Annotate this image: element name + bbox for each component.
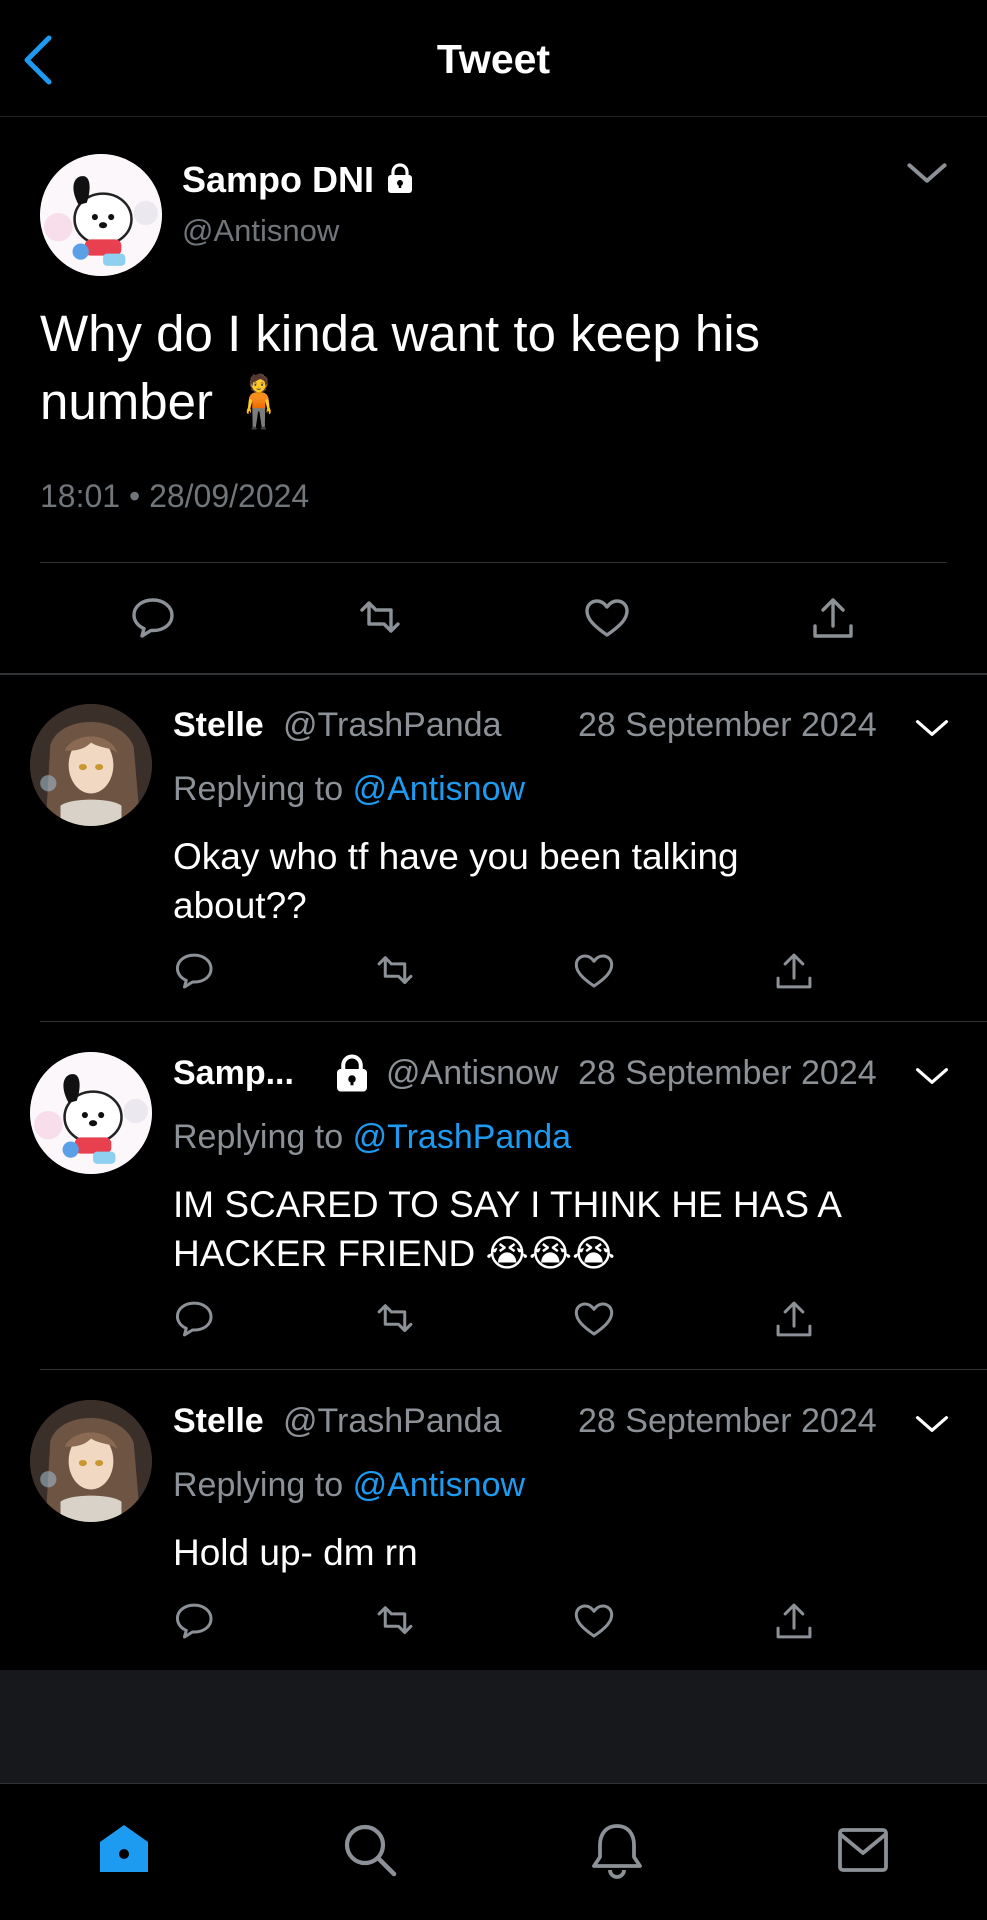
- reply-text: Okay who tf have you been talking about?…: [173, 836, 739, 926]
- mention-link[interactable]: @Antisnow: [353, 770, 525, 808]
- heart-icon[interactable]: [571, 1296, 617, 1342]
- divider: [0, 673, 987, 675]
- reply-author-name[interactable]: Stelle: [173, 706, 264, 745]
- reply-author-name[interactable]: Stelle: [173, 1402, 264, 1441]
- replying-to: Replying to @Antisnow: [173, 1466, 525, 1505]
- divider: [40, 1369, 987, 1370]
- avatar[interactable]: [30, 1400, 152, 1522]
- reply-icon[interactable]: [173, 948, 219, 994]
- top-bar: Tweet: [0, 0, 987, 117]
- retweet-icon[interactable]: [372, 1296, 418, 1342]
- reply-author-handle[interactable]: @Antisnow: [386, 1054, 558, 1093]
- author-handle[interactable]: @Antisnow: [182, 213, 339, 249]
- replying-to-label: Replying to: [173, 770, 344, 808]
- chevron-down-icon[interactable]: [905, 155, 949, 191]
- heart-icon[interactable]: [581, 592, 633, 644]
- page-title: Tweet: [436, 36, 551, 82]
- avatar[interactable]: [30, 704, 152, 826]
- replying-to-label: Replying to: [173, 1118, 344, 1156]
- reply-text: IM SCARED TO SAY I THINK HE HAS A HACKER…: [173, 1184, 840, 1274]
- share-icon[interactable]: [771, 1598, 817, 1644]
- mail-icon[interactable]: [833, 1820, 893, 1880]
- retweet-icon[interactable]: [372, 948, 418, 994]
- reply-author-name[interactable]: Samp...: [173, 1054, 294, 1093]
- heart-icon[interactable]: [571, 948, 617, 994]
- reply-date: 28 September 2024: [578, 1054, 877, 1092]
- reply-text: Hold up- dm rn: [173, 1532, 418, 1573]
- chevron-down-icon[interactable]: [914, 1062, 950, 1090]
- retweet-icon[interactable]: [354, 592, 406, 644]
- avatar[interactable]: [40, 154, 162, 276]
- lock-icon: [335, 1054, 369, 1094]
- divider: [40, 562, 947, 563]
- share-icon[interactable]: [771, 1296, 817, 1342]
- lock-icon: [386, 163, 414, 195]
- author-name[interactable]: Sampo DNI: [182, 159, 416, 201]
- tweet-text: Why do I kinda want to keep his number 🧍: [40, 305, 761, 430]
- divider: [40, 1021, 987, 1022]
- reply-author-handle[interactable]: @TrashPanda: [283, 1402, 501, 1441]
- tab-bar: [0, 1783, 987, 1920]
- author-name-text: Sampo DNI: [182, 159, 375, 200]
- chevron-down-icon[interactable]: [914, 1410, 950, 1438]
- reply-icon[interactable]: [173, 1598, 219, 1644]
- heart-icon[interactable]: [571, 1598, 617, 1644]
- reply-date: 28 September 2024: [578, 706, 877, 744]
- avatar[interactable]: [30, 1052, 152, 1174]
- replying-to-label: Replying to: [173, 1466, 344, 1504]
- reply-author-handle[interactable]: @TrashPanda: [283, 706, 501, 745]
- bell-icon[interactable]: [587, 1820, 647, 1880]
- tweet-timestamp: 18:01 • 28/09/2024: [40, 478, 310, 514]
- replying-to: Replying to @TrashPanda: [173, 1118, 571, 1157]
- reply-date: 28 September 2024: [578, 1402, 877, 1440]
- replying-to: Replying to @Antisnow: [173, 770, 525, 809]
- retweet-icon[interactable]: [372, 1598, 418, 1644]
- home-icon[interactable]: [94, 1820, 154, 1880]
- reply-icon[interactable]: [129, 592, 181, 644]
- chevron-down-icon[interactable]: [914, 714, 950, 742]
- empty-area: [0, 1670, 987, 1783]
- mention-link[interactable]: @TrashPanda: [353, 1118, 571, 1156]
- mention-link[interactable]: @Antisnow: [353, 1466, 525, 1504]
- share-icon[interactable]: [771, 948, 817, 994]
- search-icon[interactable]: [340, 1820, 400, 1880]
- reply-icon[interactable]: [173, 1296, 219, 1342]
- share-icon[interactable]: [807, 592, 859, 644]
